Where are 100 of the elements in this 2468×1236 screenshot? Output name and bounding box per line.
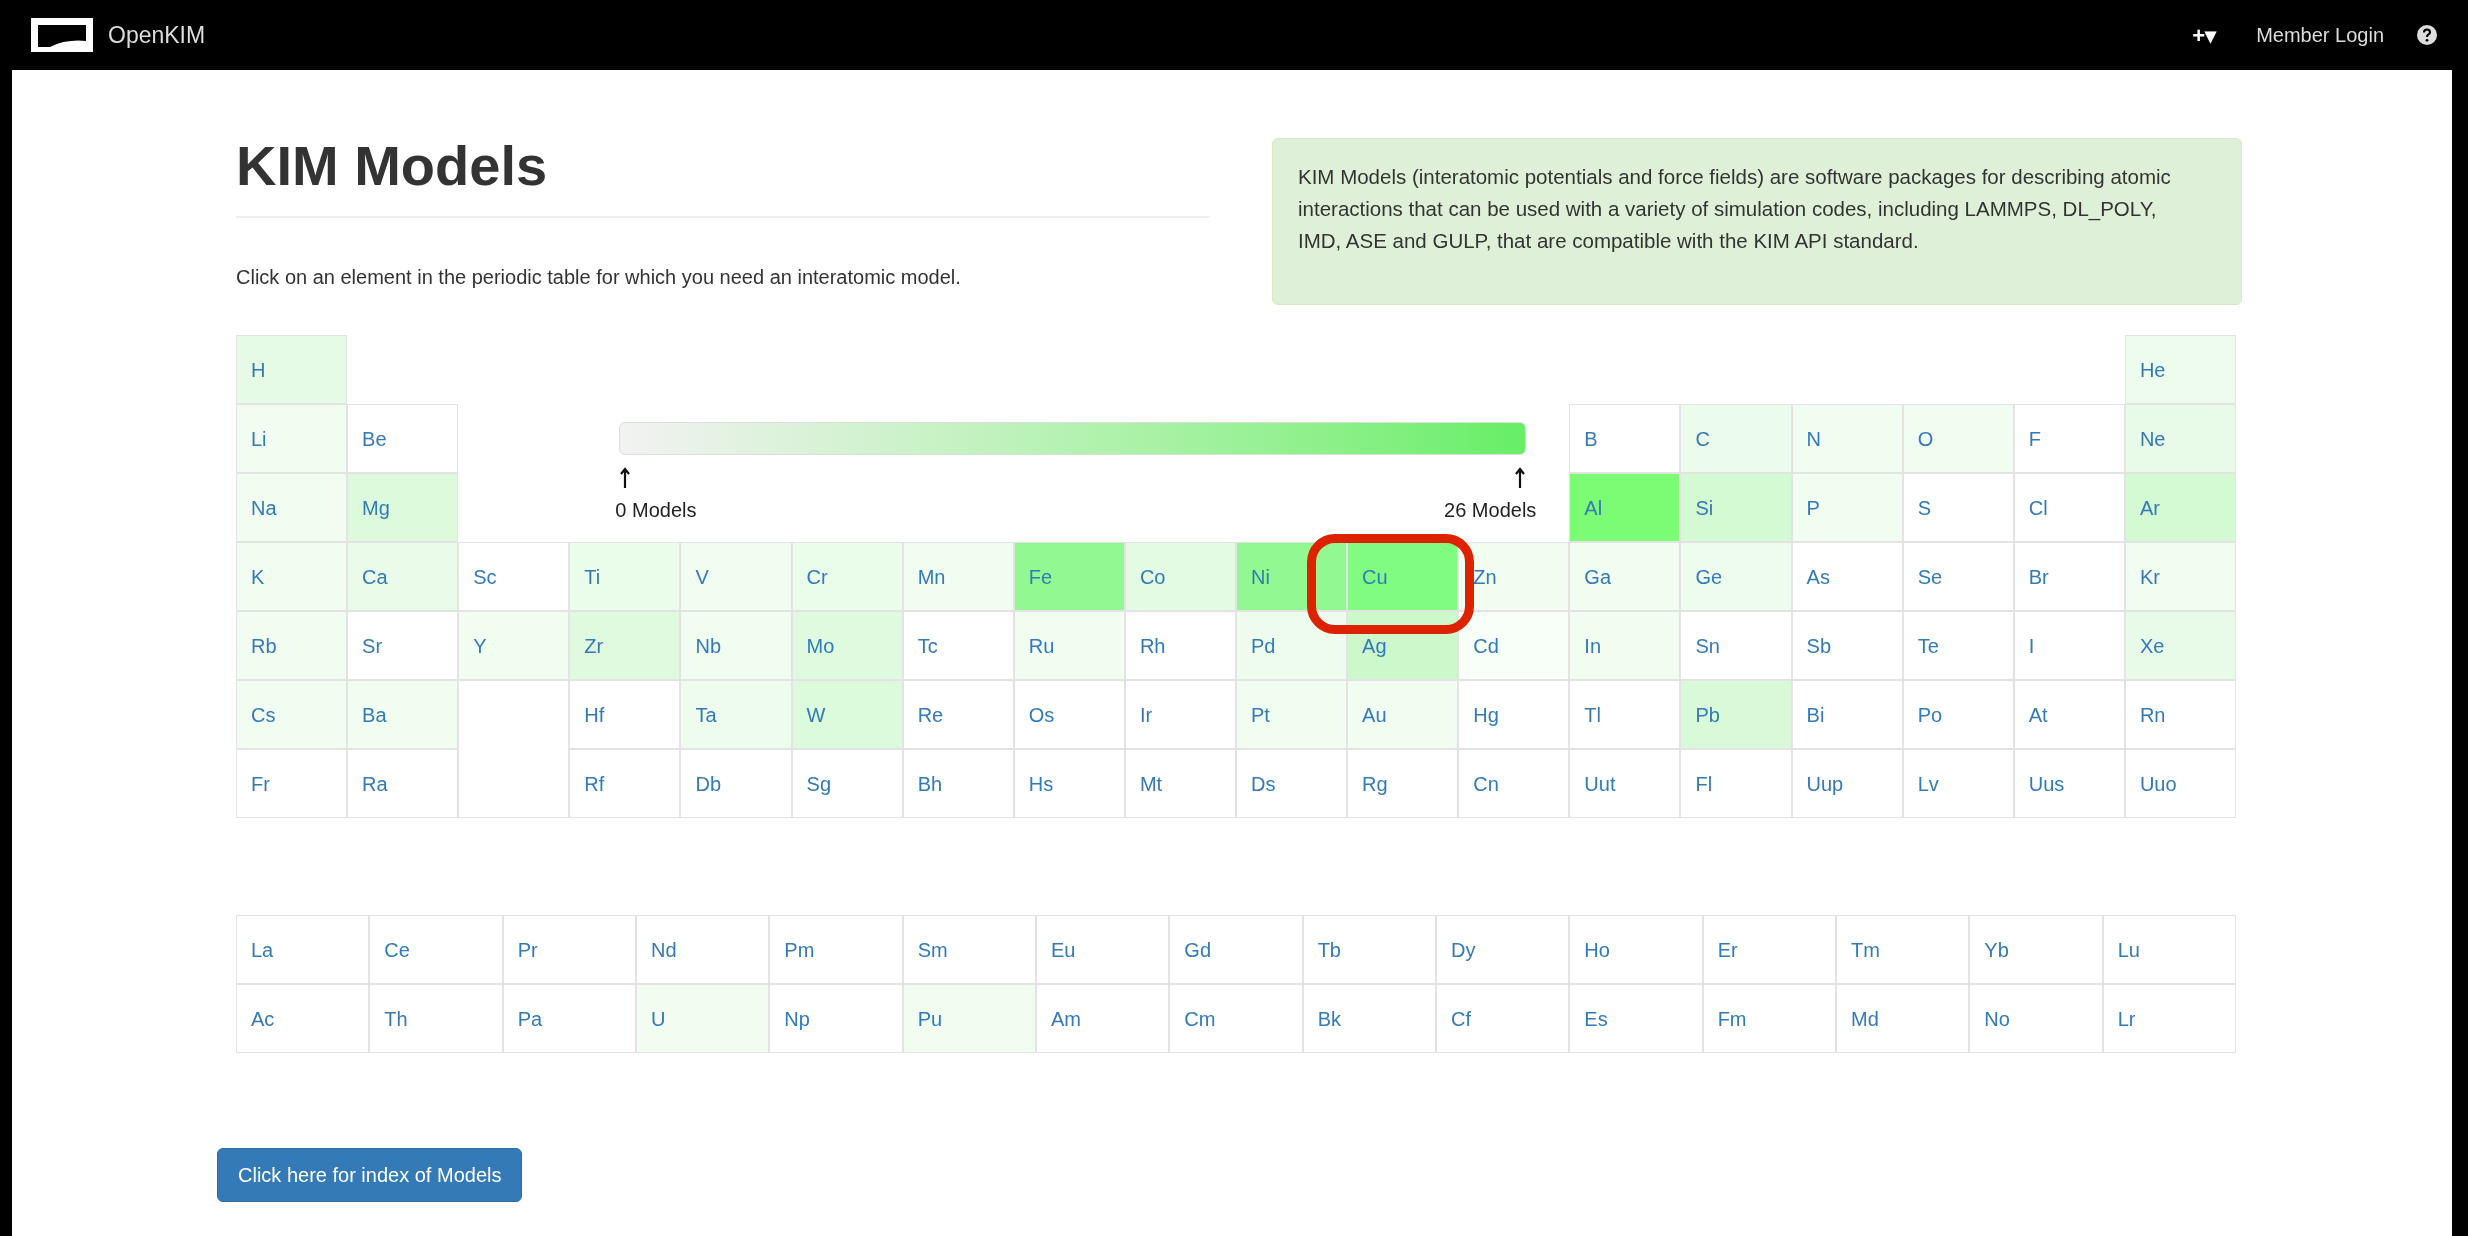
element-cell[interactable]: Se xyxy=(1902,542,2014,611)
element-cell[interactable]: Sn xyxy=(1680,611,1792,680)
element-cell[interactable]: Sm xyxy=(902,915,1036,984)
element-cell[interactable]: Mt xyxy=(1124,749,1236,818)
element-cell[interactable]: Cs xyxy=(236,680,348,749)
element-cell[interactable]: Uup xyxy=(1791,749,1903,818)
element-cell[interactable]: H xyxy=(236,335,348,404)
element-cell[interactable]: Pu xyxy=(902,984,1036,1053)
element-cell[interactable]: Hf xyxy=(569,680,681,749)
element-cell[interactable]: Gd xyxy=(1169,915,1303,984)
element-cell[interactable]: Er xyxy=(1702,915,1836,984)
element-cell[interactable]: Eu xyxy=(1036,915,1170,984)
element-cell[interactable]: Zn xyxy=(1458,542,1570,611)
element-cell[interactable]: Ho xyxy=(1569,915,1703,984)
element-cell[interactable]: Cr xyxy=(791,542,903,611)
element-cell[interactable]: Te xyxy=(1902,611,2014,680)
element-cell[interactable]: Lv xyxy=(1902,749,2014,818)
element-cell[interactable]: In xyxy=(1569,611,1681,680)
element-cell[interactable]: Fl xyxy=(1680,749,1792,818)
element-cell[interactable]: He xyxy=(2124,335,2236,404)
element-cell[interactable]: Rg xyxy=(1347,749,1459,818)
element-cell[interactable]: Cd xyxy=(1458,611,1570,680)
element-cell[interactable]: Tm xyxy=(1836,915,1970,984)
element-cell[interactable]: Sb xyxy=(1791,611,1903,680)
element-cell[interactable]: Th xyxy=(369,984,503,1053)
element-cell[interactable]: Mg xyxy=(347,473,459,542)
element-cell[interactable]: B xyxy=(1569,404,1681,473)
element-cell[interactable]: Nd xyxy=(636,915,770,984)
element-cell[interactable]: Co xyxy=(1124,542,1236,611)
element-cell[interactable]: N xyxy=(1791,404,1903,473)
element-cell[interactable]: Ca xyxy=(347,542,459,611)
element-cell[interactable]: Am xyxy=(1036,984,1170,1053)
element-cell[interactable]: Bh xyxy=(902,749,1014,818)
element-cell[interactable]: Cm xyxy=(1169,984,1303,1053)
element-cell[interactable]: Be xyxy=(347,404,459,473)
element-cell[interactable]: Rb xyxy=(236,611,348,680)
element-cell[interactable]: Pm xyxy=(769,915,903,984)
element-cell[interactable]: Fm xyxy=(1702,984,1836,1053)
element-cell[interactable]: Cn xyxy=(1458,749,1570,818)
element-cell[interactable]: Cf xyxy=(1436,984,1570,1053)
help-icon[interactable] xyxy=(2416,24,2438,46)
element-cell[interactable]: Tc xyxy=(902,611,1014,680)
element-cell[interactable]: Rn xyxy=(2124,680,2236,749)
element-cell[interactable]: Ti xyxy=(569,542,681,611)
element-cell[interactable]: Pa xyxy=(502,984,636,1053)
element-cell[interactable]: Rf xyxy=(569,749,681,818)
element-cell[interactable]: Xe xyxy=(2124,611,2236,680)
element-cell[interactable]: Cu xyxy=(1347,542,1459,611)
element-cell[interactable]: Os xyxy=(1013,680,1125,749)
element-cell[interactable]: Ir xyxy=(1124,680,1236,749)
element-cell[interactable]: C xyxy=(1680,404,1792,473)
element-cell[interactable]: Ra xyxy=(347,749,459,818)
element-cell[interactable]: Pb xyxy=(1680,680,1792,749)
element-cell[interactable]: Es xyxy=(1569,984,1703,1053)
element-cell[interactable]: Ga xyxy=(1569,542,1681,611)
element-cell[interactable]: Ar xyxy=(2124,473,2236,542)
member-login-link[interactable]: Member Login xyxy=(2256,20,2384,50)
brand-link[interactable]: OpenKIM xyxy=(108,17,206,53)
element-cell[interactable]: V xyxy=(680,542,792,611)
element-cell[interactable]: Dy xyxy=(1436,915,1570,984)
element-cell[interactable]: Na xyxy=(236,473,348,542)
element-cell[interactable]: Zr xyxy=(569,611,681,680)
element-cell[interactable]: Hg xyxy=(1458,680,1570,749)
element-cell[interactable]: Bk xyxy=(1302,984,1436,1053)
element-cell[interactable]: Br xyxy=(2013,542,2125,611)
element-cell[interactable]: As xyxy=(1791,542,1903,611)
element-cell[interactable]: Ne xyxy=(2124,404,2236,473)
element-cell[interactable]: Li xyxy=(236,404,348,473)
element-cell[interactable]: Uut xyxy=(1569,749,1681,818)
element-cell[interactable]: Ni xyxy=(1236,542,1348,611)
element-cell[interactable]: Lu xyxy=(2102,915,2236,984)
element-cell[interactable]: Lr xyxy=(2102,984,2236,1053)
element-cell[interactable]: Sg xyxy=(791,749,903,818)
element-cell[interactable]: Nb xyxy=(680,611,792,680)
element-cell[interactable]: Yb xyxy=(1969,915,2103,984)
element-cell[interactable]: Tl xyxy=(1569,680,1681,749)
element-cell[interactable]: Si xyxy=(1680,473,1792,542)
element-cell[interactable]: Np xyxy=(769,984,903,1053)
element-cell[interactable]: Mn xyxy=(902,542,1014,611)
element-cell[interactable]: Ge xyxy=(1680,542,1792,611)
element-cell[interactable]: Al xyxy=(1569,473,1681,542)
element-cell[interactable]: Ce xyxy=(369,915,503,984)
element-cell[interactable]: Fe xyxy=(1013,542,1125,611)
element-cell[interactable]: Kr xyxy=(2124,542,2236,611)
element-cell[interactable]: Rh xyxy=(1124,611,1236,680)
element-cell[interactable]: Tb xyxy=(1302,915,1436,984)
element-cell[interactable]: W xyxy=(791,680,903,749)
element-cell[interactable]: La xyxy=(236,915,370,984)
index-of-models-button[interactable]: Click here for index of Models xyxy=(217,1148,523,1202)
element-cell[interactable]: Au xyxy=(1347,680,1459,749)
element-cell[interactable]: No xyxy=(1969,984,2103,1053)
element-cell[interactable]: Sr xyxy=(347,611,459,680)
element-cell[interactable]: Uus xyxy=(2013,749,2125,818)
element-cell[interactable]: I xyxy=(2013,611,2125,680)
element-cell[interactable]: Md xyxy=(1836,984,1970,1053)
element-cell[interactable]: Ba xyxy=(347,680,459,749)
element-cell[interactable]: Ds xyxy=(1236,749,1348,818)
element-cell[interactable]: Db xyxy=(680,749,792,818)
element-cell[interactable]: Hs xyxy=(1013,749,1125,818)
element-cell[interactable]: O xyxy=(1902,404,2014,473)
